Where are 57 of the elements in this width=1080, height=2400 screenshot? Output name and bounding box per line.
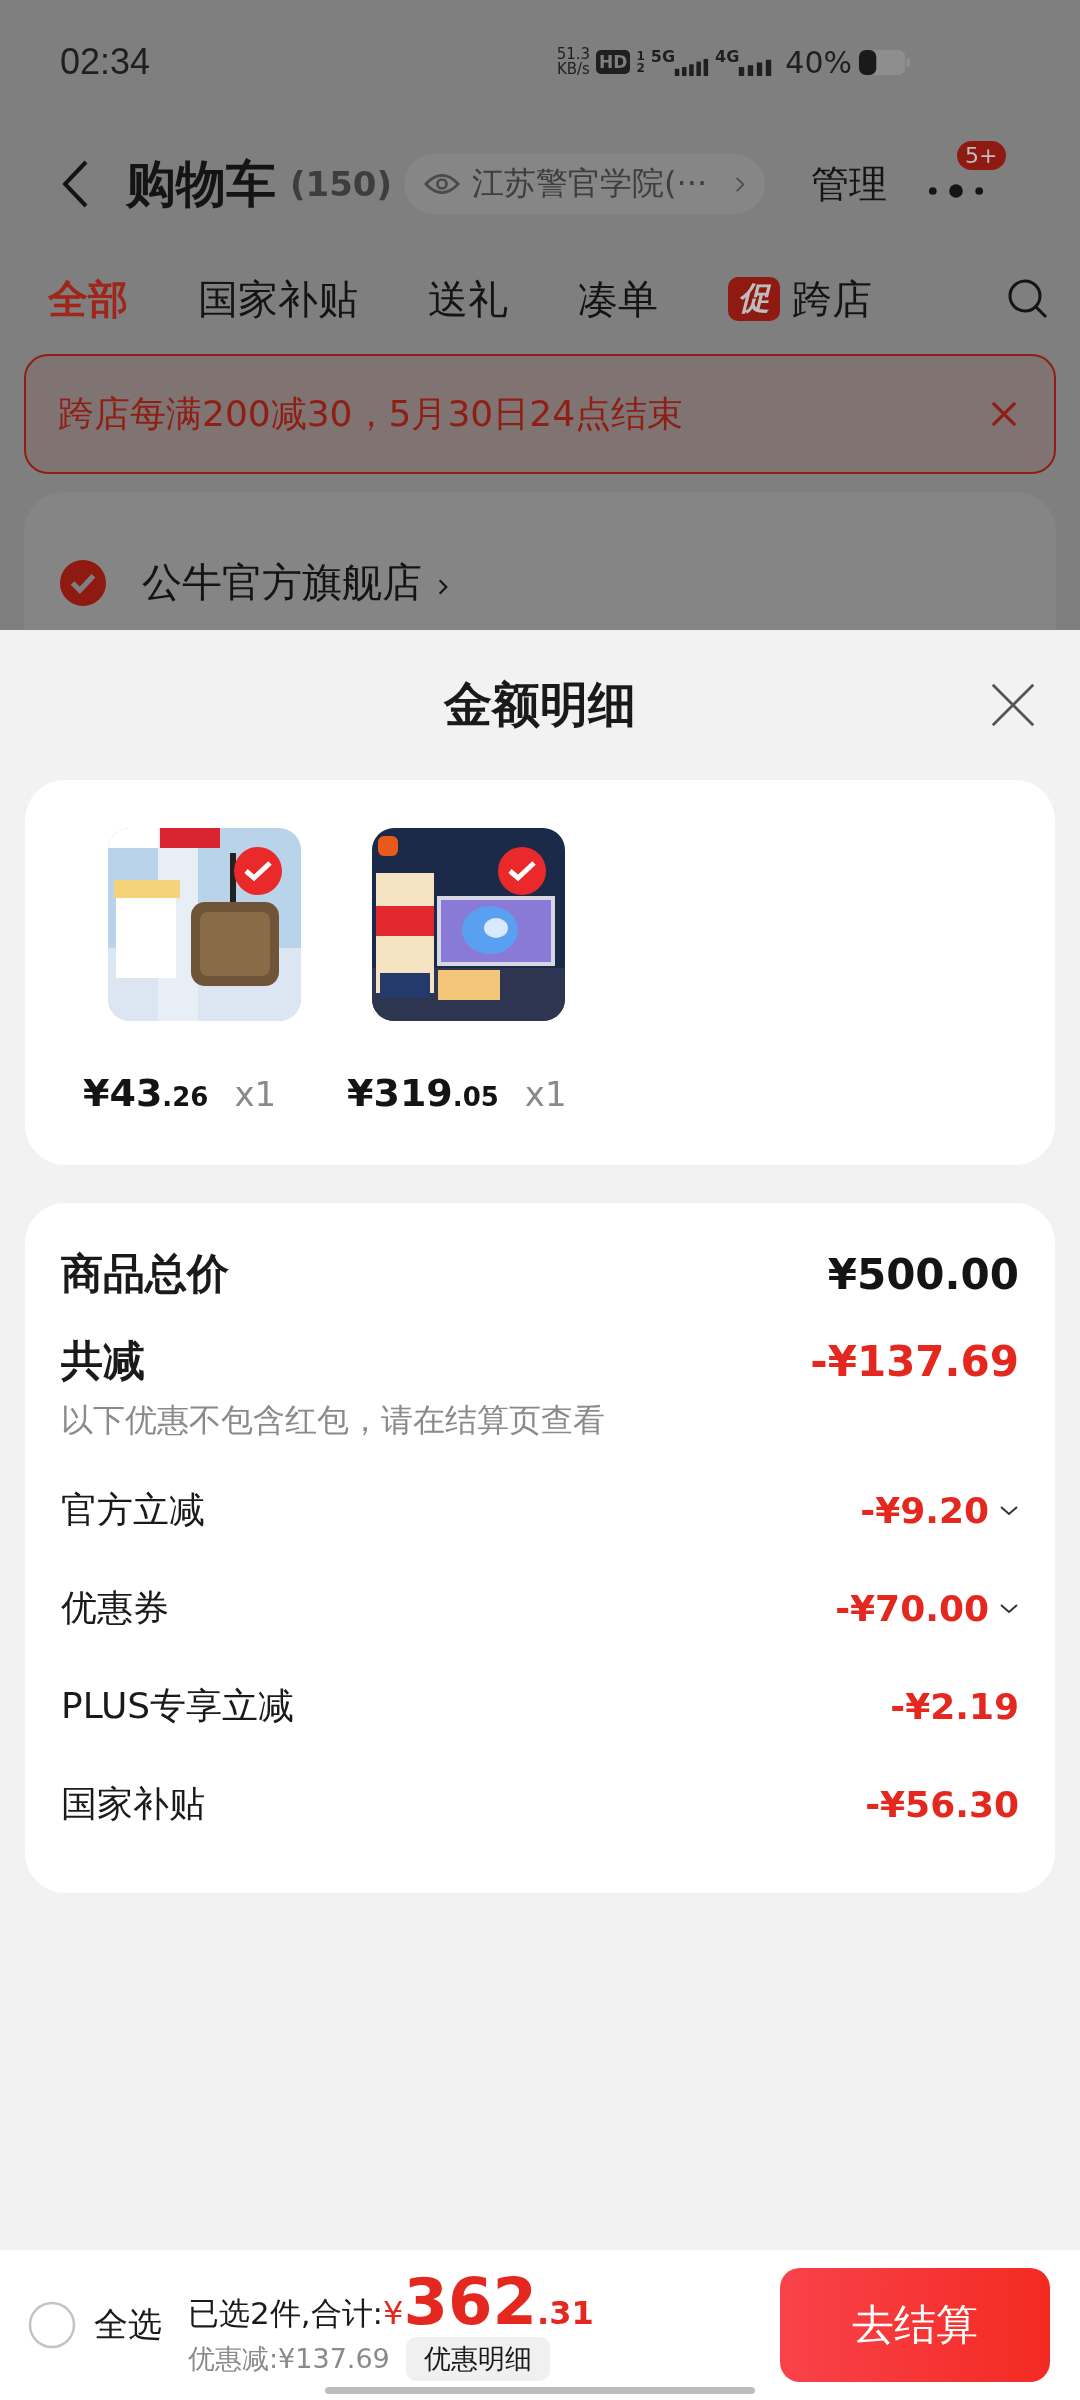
filter-tab[interactable]: 送礼 (428, 271, 508, 327)
sheet-title: 金额明细 (444, 675, 636, 734)
signal-icon (673, 58, 710, 76)
signal-icon (737, 58, 774, 76)
discount-label: 优惠券 (61, 1585, 169, 1630)
summary-note: 以下优惠不包含红包，请在结算页查看 (61, 1400, 606, 1441)
battery-icon (858, 48, 910, 76)
discount-detail-button[interactable]: 优惠明细 (405, 2336, 550, 2381)
product-quantity: x1 (234, 1074, 277, 1114)
summary-value: -¥137.69 (810, 1336, 1019, 1386)
manage-button[interactable]: 管理 (811, 158, 888, 210)
network-type: 4G (715, 46, 740, 66)
close-icon[interactable] (990, 682, 1036, 728)
selected-summary: 已选2件,合计: (188, 2293, 384, 2333)
promo-text: 跨店每满200减30，5月30日24点结束 (58, 391, 684, 436)
discount-label: 国家补贴 (61, 1781, 205, 1826)
chevron-icon[interactable] (999, 1504, 1019, 1516)
select-all-label[interactable]: 全选 (94, 2302, 162, 2348)
product-price: ¥43.26 (83, 1071, 209, 1115)
sim-indicator: 1 2 (636, 50, 645, 74)
filter-tab[interactable]: 跨店 (792, 271, 872, 327)
status-time: 02:34 (60, 41, 151, 83)
discount-label: 官方立减 (61, 1487, 205, 1532)
discount-value: -¥9.20 (860, 1489, 989, 1531)
summary-label: 共减 (61, 1335, 145, 1387)
network-speed: 51.3 KB/s (556, 47, 591, 77)
chevron-icon (438, 578, 448, 596)
discount-value: -¥56.30 (865, 1783, 1019, 1825)
battery-percent: 40% (785, 44, 852, 80)
more-icon[interactable] (927, 183, 986, 199)
discount-summary: 优惠减:¥137.69 (188, 2341, 390, 2376)
notification-badge: 5+ (955, 139, 1008, 172)
discount-label: PLUS专享立减 (61, 1683, 295, 1728)
radio-button[interactable] (28, 2301, 76, 2349)
hd-badge: HD (596, 50, 631, 74)
store-name[interactable]: 公牛官方旗舰店 (142, 560, 422, 604)
check-icon[interactable] (60, 560, 106, 606)
checkout-button[interactable]: 去结算 (780, 2268, 1050, 2382)
network-type: 5G (650, 46, 676, 66)
discount-value: -¥70.00 (835, 1587, 989, 1629)
item-count: (150) (290, 164, 393, 204)
chevron-icon[interactable] (999, 1602, 1019, 1614)
summary-value: ¥500.00 (827, 1249, 1019, 1299)
discount-value: -¥2.19 (890, 1685, 1019, 1727)
eye-icon (424, 172, 461, 196)
promo-tag: 促 (728, 277, 780, 321)
back-icon[interactable] (60, 159, 90, 209)
product-price: ¥319.05 (347, 1071, 499, 1115)
address-pill[interactable]: 江苏警官学院(··· (404, 154, 766, 214)
filter-tab[interactable]: 凑单 (578, 271, 658, 327)
chevron-icon (735, 175, 746, 193)
summary-label: 商品总价 (61, 1248, 229, 1300)
product-quantity: x1 (524, 1074, 567, 1114)
filter-tab[interactable]: 国家补贴 (198, 271, 358, 327)
total-price: ¥362.31 (383, 2269, 594, 2334)
page-title: 购物车 (126, 153, 276, 215)
search-icon[interactable] (1006, 277, 1050, 321)
